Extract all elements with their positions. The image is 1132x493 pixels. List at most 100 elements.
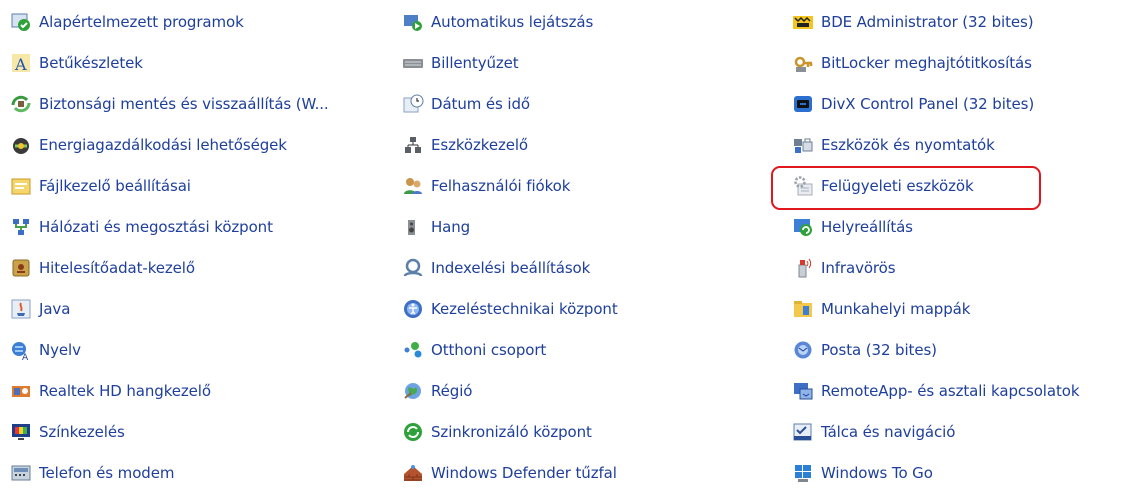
sound-icon: [402, 216, 424, 238]
cp-item-label: Energiagazdálkodási lehetőségek: [39, 135, 287, 154]
cp-item-label: Biztonsági mentés és visszaállítás (W...: [39, 94, 329, 113]
credential-manager-icon: [10, 257, 32, 279]
cp-item-label: Indexelési beállítások: [431, 258, 591, 277]
indexing-options-icon: [402, 257, 424, 279]
sync-center-icon: [402, 421, 424, 443]
cp-item-label: DivX Control Panel (32 bites): [821, 94, 1035, 113]
cp-item-keyboard[interactable]: Billentyűzet: [402, 42, 618, 83]
cp-item-label: Windows Defender tűzfal: [431, 463, 617, 482]
cp-item-label: Kezeléstechnikai központ: [431, 299, 618, 318]
administrative-tools-icon: [792, 175, 814, 197]
cp-item-label: Felhasználói fiókok: [431, 176, 571, 195]
cp-item-label: Régió: [431, 381, 473, 400]
cp-item-recovery[interactable]: Helyreállítás: [792, 206, 1079, 247]
cp-item-label: Infravörös: [821, 258, 896, 277]
cp-item-sound[interactable]: Hang: [402, 206, 618, 247]
language-icon: A: [10, 339, 32, 361]
cp-item-work-folders[interactable]: Munkahelyi mappák: [792, 288, 1079, 329]
cp-item-autoplay[interactable]: Automatikus lejátszás: [402, 1, 618, 42]
recovery-icon: [792, 216, 814, 238]
cp-item-user-accounts[interactable]: Felhasználói fiókok: [402, 165, 618, 206]
devices-printers-icon: [792, 134, 814, 156]
work-folders-icon: [792, 298, 814, 320]
cp-item-mail[interactable]: Posta (32 bites): [792, 329, 1079, 370]
network-sharing-icon: [10, 216, 32, 238]
cp-item-device-manager[interactable]: Eszközkezelő: [402, 124, 618, 165]
cp-item-label: Java: [39, 299, 71, 318]
cp-item-network-sharing[interactable]: Hálózati és megosztási központ: [10, 206, 329, 247]
cp-item-label: Szinkronizáló központ: [431, 422, 592, 441]
windows-to-go-icon: [792, 462, 814, 484]
ease-of-access-icon: [402, 298, 424, 320]
cp-item-language[interactable]: A Nyelv: [10, 329, 329, 370]
cp-item-bitlocker[interactable]: BitLocker meghajtótitkosítás: [792, 42, 1079, 83]
cp-item-label: Otthoni csoport: [431, 340, 547, 359]
cp-item-label: Eszközök és nyomtatók: [821, 135, 995, 154]
cp-item-homegroup[interactable]: Otthoni csoport: [402, 329, 618, 370]
color-management-icon: [10, 421, 32, 443]
bitlocker-icon: [792, 52, 814, 74]
infrared-icon: [792, 257, 814, 279]
cp-item-label: Windows To Go: [821, 463, 933, 482]
cp-item-file-explorer-options[interactable]: Fájlkezelő beállításai: [10, 165, 329, 206]
cp-item-label: Nyelv: [39, 340, 81, 359]
cp-item-infrared[interactable]: Infravörös: [792, 247, 1079, 288]
cp-item-ease-of-access[interactable]: Kezeléstechnikai központ: [402, 288, 618, 329]
keyboard-icon: [402, 52, 424, 74]
cp-item-label: Eszközkezelő: [431, 135, 528, 154]
cp-item-backup-restore[interactable]: Biztonsági mentés és visszaállítás (W...: [10, 83, 329, 124]
taskbar-navigation-icon: [792, 421, 814, 443]
cp-item-administrative-tools[interactable]: Felügyeleti eszközök: [792, 165, 1079, 206]
divx-icon: [792, 93, 814, 115]
cp-item-default-programs[interactable]: Alapértelmezett programok: [10, 1, 329, 42]
cp-item-label: Tálca és navigáció: [821, 422, 956, 441]
cp-item-label: Hang: [431, 217, 471, 236]
control-panel-column-2: Automatikus lejátszás Billentyűzet Dátum…: [402, 0, 618, 493]
cp-item-label: BDE Administrator (32 bites): [821, 12, 1034, 31]
cp-item-devices-printers[interactable]: Eszközök és nyomtatók: [792, 124, 1079, 165]
power-options-icon: [10, 134, 32, 156]
region-icon: [402, 380, 424, 402]
cp-item-date-time[interactable]: Dátum és idő: [402, 83, 618, 124]
cp-item-label: Hálózati és megosztási központ: [39, 217, 273, 236]
cp-item-label: Hitelesítőadat-kezelő: [39, 258, 195, 277]
cp-item-label: Realtek HD hangkezelő: [39, 381, 211, 400]
file-explorer-options-icon: [10, 175, 32, 197]
svg-text:A: A: [14, 55, 27, 74]
cp-item-region[interactable]: Régió: [402, 370, 618, 411]
realtek-audio-icon: [10, 380, 32, 402]
cp-item-realtek-audio[interactable]: Realtek HD hangkezelő: [10, 370, 329, 411]
cp-item-label: Felügyeleti eszközök: [821, 176, 974, 195]
cp-item-java[interactable]: Java: [10, 288, 329, 329]
cp-item-color-management[interactable]: Színkezelés: [10, 411, 329, 452]
cp-item-bde-administrator[interactable]: BDE Administrator (32 bites): [792, 1, 1079, 42]
cp-item-label: Telefon és modem: [39, 463, 175, 482]
cp-item-label: Automatikus lejátszás: [431, 12, 594, 31]
cp-item-sync-center[interactable]: Szinkronizáló központ: [402, 411, 618, 452]
cp-item-label: Billentyűzet: [431, 53, 519, 72]
default-programs-icon: [10, 11, 32, 33]
phone-modem-icon: [10, 462, 32, 484]
cp-item-power-options[interactable]: Energiagazdálkodási lehetőségek: [10, 124, 329, 165]
cp-item-credential-manager[interactable]: Hitelesítőadat-kezelő: [10, 247, 329, 288]
cp-item-label: RemoteApp- és asztali kapcsolatok: [821, 381, 1080, 400]
remoteapp-icon: [792, 380, 814, 402]
control-panel-column-3: BDE Administrator (32 bites) BitLocker m…: [792, 0, 1080, 493]
cp-item-label: Dátum és idő: [431, 94, 530, 113]
cp-item-divx-control-panel[interactable]: DivX Control Panel (32 bites): [792, 83, 1079, 124]
backup-restore-icon: [10, 93, 32, 115]
bde-administrator-icon: [792, 11, 814, 33]
homegroup-icon: [402, 339, 424, 361]
device-manager-icon: [402, 134, 424, 156]
cp-item-label: Betűkészletek: [39, 53, 143, 72]
cp-item-taskbar-navigation[interactable]: Tálca és navigáció: [792, 411, 1079, 452]
svg-text:A: A: [22, 353, 29, 361]
user-accounts-icon: [402, 175, 424, 197]
firewall-icon: [402, 462, 424, 484]
cp-item-fonts[interactable]: A Betűkészletek: [10, 42, 329, 83]
fonts-icon: A: [10, 52, 32, 74]
cp-item-label: Munkahelyi mappák: [821, 299, 971, 318]
cp-item-indexing-options[interactable]: Indexelési beállítások: [402, 247, 618, 288]
autoplay-icon: [402, 11, 424, 33]
cp-item-remoteapp[interactable]: RemoteApp- és asztali kapcsolatok: [792, 370, 1080, 411]
